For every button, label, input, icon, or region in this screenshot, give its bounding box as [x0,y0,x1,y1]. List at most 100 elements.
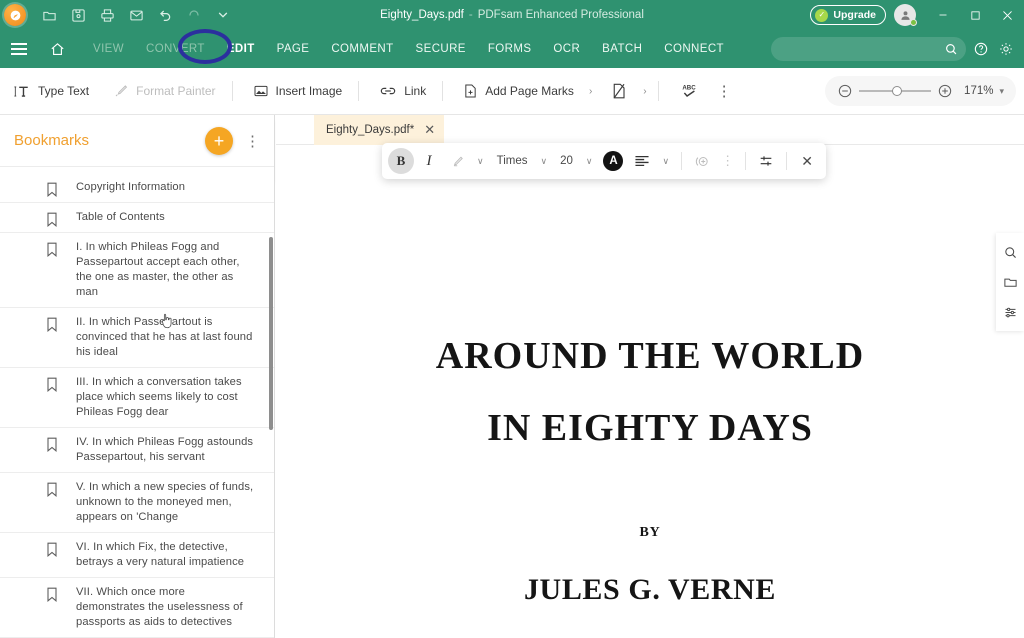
menu-item-convert[interactable]: CONVERT [135,30,216,68]
bookmark-icon [46,317,58,337]
bookmarks-scrollbar[interactable] [268,167,274,638]
font-size-select[interactable]: 20 [554,155,579,167]
search-icon[interactable] [944,42,958,56]
window-title-app: PDFsam Enhanced Professional [478,9,644,21]
upgrade-label: Upgrade [833,9,876,21]
bookmark-icon [46,242,58,262]
help-icon[interactable] [970,38,992,60]
italic-button[interactable]: I [416,148,442,174]
settings-gear-icon[interactable] [995,38,1017,60]
align-button[interactable] [629,148,655,174]
add-page-marks-button[interactable]: Add Page Marks [453,76,584,106]
menu-item-forms[interactable]: FORMS [477,30,543,68]
properties-sliders-icon[interactable] [996,297,1024,327]
text-properties-button[interactable] [753,148,779,174]
zoom-in-icon[interactable] [937,83,953,99]
zoom-slider[interactable] [859,84,931,98]
link-button[interactable]: Link [369,76,436,106]
list-item[interactable]: VI. In which Fix, the detective, betrays… [0,533,274,578]
hamburger-menu-icon[interactable] [4,30,34,68]
add-page-marks-chevron-icon[interactable]: › [584,86,597,97]
toolbar-divider [658,81,659,101]
minimize-button[interactable] [928,0,958,30]
document-tab[interactable]: Eighty_Days.pdf* ✕ [314,115,444,145]
type-text-button[interactable]: Type Text [4,76,99,106]
list-item[interactable]: IV. In which Phileas Fogg astounds Passe… [0,428,274,473]
list-item[interactable]: III. In which a conversation takes place… [0,368,274,428]
font-family-select[interactable]: Times [491,155,534,167]
font-size-caret-icon[interactable]: ∨ [581,156,598,167]
list-item[interactable]: Copyright Information [0,173,274,203]
document-tab-bar: Eighty_Days.pdf* ✕ [276,115,1024,145]
search-input[interactable] [779,43,944,55]
menu-item-connect[interactable]: CONNECT [653,30,735,68]
book-author[interactable]: JULES G. VERNE [302,573,998,607]
bookmarks-title: Bookmarks [14,132,205,149]
list-item-label: V. In which a new species of funds, unkn… [40,480,256,525]
list-item[interactable]: Table of Contents [0,203,274,233]
bookmarks-header: Bookmarks + ⋮ [0,115,274,167]
type-text-label: Type Text [38,84,89,98]
bookmarks-menu-icon[interactable]: ⋮ [233,132,260,150]
font-color-button[interactable]: A [599,148,627,174]
menu-item-comment[interactable]: COMMENT [320,30,404,68]
highlight-caret-icon[interactable]: ∨ [472,156,489,167]
menu-item-secure[interactable]: SECURE [405,30,477,68]
global-search[interactable] [771,37,966,61]
toolbar-overflow-menu[interactable]: ⋮ [709,82,740,100]
add-bookmark-button[interactable]: + [205,127,233,155]
right-tool-rail [996,233,1024,331]
save-icon[interactable] [65,2,91,28]
book-title[interactable]: AROUND THE WORLD IN EIGHTY DAYS [302,337,998,447]
bold-button[interactable]: B [388,148,414,174]
link-label: Link [404,84,426,98]
insert-image-button[interactable]: Insert Image [243,76,353,106]
bookmark-icon [46,587,58,607]
print-icon[interactable] [94,2,120,28]
avatar[interactable] [894,4,916,26]
chevron-down-icon[interactable] [210,2,236,28]
list-item[interactable]: I. In which Phileas Fogg and Passepartou… [0,233,274,308]
add-page-marks-icon [463,83,478,99]
bookmarks-list[interactable]: Copyright Information Table of Contents … [0,167,274,638]
format-painter-icon [113,83,129,99]
zoom-dropdown-caret-icon[interactable]: ▾ [999,86,1004,97]
pdf-page[interactable]: AROUND THE WORLD IN EIGHTY DAYS BY JULES… [302,145,998,638]
menu-item-ocr[interactable]: OCR [542,30,591,68]
spellcheck-icon: ABC [679,82,699,100]
close-format-toolbar-button[interactable]: ✕ [794,148,820,174]
zoom-out-icon[interactable] [837,83,853,99]
font-family-caret-icon[interactable]: ∨ [535,156,552,167]
highlight-color-button[interactable] [444,148,470,174]
home-icon[interactable] [42,30,72,68]
list-item-label: II. In which Passepartout is convinced t… [40,315,256,360]
email-icon[interactable] [123,2,149,28]
list-item[interactable]: VII. Which once more demonstrates the us… [0,578,274,638]
spellcheck-button[interactable]: ABC [669,76,709,106]
close-button[interactable] [992,0,1022,30]
upgrade-button[interactable]: ✓ Upgrade [810,5,886,25]
list-item-label: VII. Which once more demonstrates the us… [40,585,256,630]
close-icon[interactable]: ✕ [424,122,435,138]
undo-icon[interactable] [152,2,178,28]
list-item-label: Copyright Information [40,180,185,195]
bookmark-icon [46,482,58,502]
bookmark-icon [46,377,58,397]
menu-item-edit[interactable]: EDIT [216,30,266,68]
search-icon[interactable] [996,237,1024,267]
maximize-button[interactable] [960,0,990,30]
menu-item-batch[interactable]: BATCH [591,30,653,68]
redo-icon [181,2,207,28]
open-file-icon[interactable] [36,2,62,28]
menu-item-view[interactable]: VIEW [82,30,135,68]
list-item[interactable]: V. In which a new species of funds, unkn… [0,473,274,533]
bookmarks-scrollbar-thumb[interactable] [269,237,273,430]
page-thumbnail-icon[interactable] [996,267,1024,297]
edit-page-button[interactable] [601,76,638,106]
title-bar: Eighty_Days.pdf-PDFsam Enhanced Professi… [0,0,1024,30]
align-caret-icon[interactable]: ∨ [657,156,674,167]
list-item[interactable]: II. In which Passepartout is convinced t… [0,308,274,368]
edit-page-chevron-icon[interactable]: › [638,86,651,97]
zoom-slider-knob[interactable] [892,86,902,96]
menu-item-page[interactable]: PAGE [266,30,321,68]
